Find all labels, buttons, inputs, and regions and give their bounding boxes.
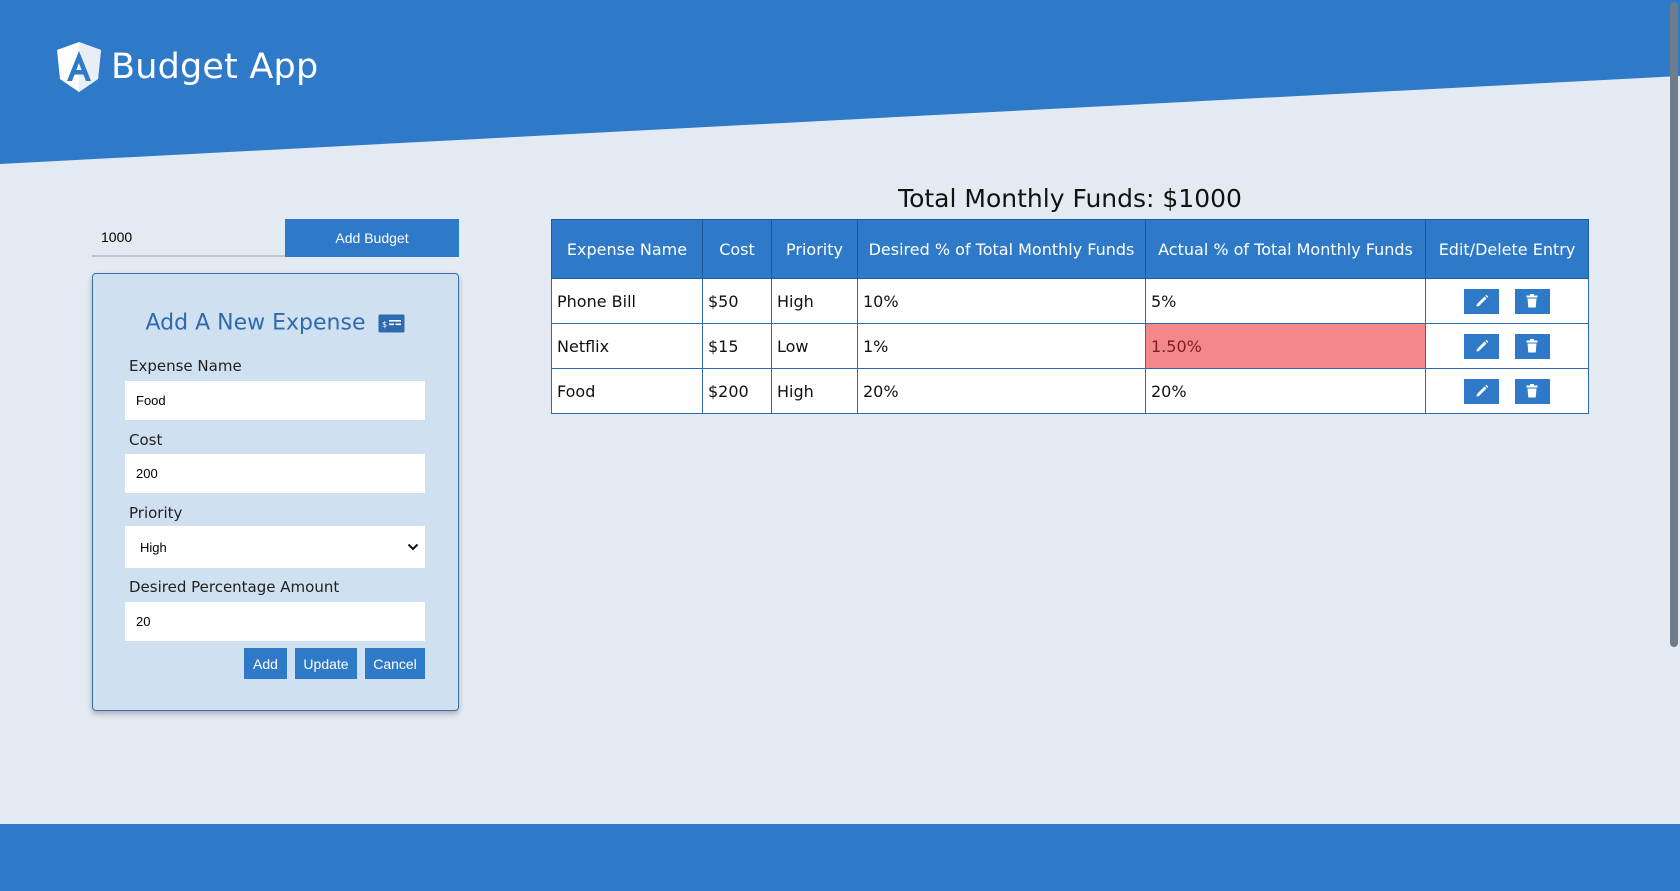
svg-text:$: $: [382, 320, 387, 329]
table-row: Phone Bill $50 High 10% 5%: [551, 278, 1589, 324]
desired-percent-cell: 10%: [857, 278, 1146, 324]
delete-entry-button[interactable]: [1514, 378, 1550, 404]
expense-name-cell: Phone Bill: [551, 278, 703, 324]
chevron-down-icon: [407, 543, 419, 551]
budget-input[interactable]: [92, 219, 285, 257]
actual-percent-cell: 5%: [1145, 278, 1426, 324]
percentage-input[interactable]: [125, 602, 425, 641]
column-header: Edit/Delete Entry: [1425, 219, 1589, 279]
budget-row: Add Budget: [92, 219, 459, 257]
card-title: Add A New Expense $: [93, 310, 458, 336]
actions-cell: [1425, 368, 1589, 414]
delete-entry-button[interactable]: [1514, 288, 1550, 314]
trash-icon: [1526, 294, 1538, 308]
actions-cell: [1425, 323, 1589, 369]
add-budget-button[interactable]: Add Budget: [285, 219, 459, 257]
cost-cell: $50: [702, 278, 772, 324]
pencil-icon: [1476, 384, 1489, 397]
total-funds-title: Total Monthly Funds: $1000: [898, 184, 1242, 213]
actual-percent-cell: 20%: [1145, 368, 1426, 414]
priority-select[interactable]: High: [125, 526, 425, 568]
column-header: Priority: [771, 219, 858, 279]
money-check-icon: $: [378, 314, 405, 332]
angular-logo-icon: [57, 42, 101, 92]
priority-cell: Low: [771, 323, 858, 369]
card-title-text: Add A New Expense: [145, 310, 366, 336]
table-header-row: Expense Name Cost Priority Desired % of …: [551, 219, 1589, 279]
pencil-icon: [1476, 294, 1489, 307]
table-row: Food $200 High 20% 20%: [551, 368, 1589, 414]
column-header: Actual % of Total Monthly Funds: [1145, 219, 1426, 279]
scrollbar-thumb[interactable]: [1670, 2, 1678, 647]
add-expense-button[interactable]: Add: [244, 648, 287, 679]
priority-selected-value: High: [140, 539, 167, 555]
cost-cell: $200: [702, 368, 772, 414]
expense-table: Expense Name Cost Priority Desired % of …: [551, 219, 1589, 414]
add-expense-card: Add A New Expense $ Expense Name Cost Pr…: [92, 273, 459, 711]
pencil-icon: [1476, 339, 1489, 352]
expense-name-cell: Netflix: [551, 323, 703, 369]
app-title: Budget App: [111, 47, 319, 87]
footer-bar: [0, 824, 1680, 891]
priority-label: Priority: [129, 504, 183, 522]
delete-entry-button[interactable]: [1514, 333, 1550, 359]
desired-percent-cell: 1%: [857, 323, 1146, 369]
cost-cell: $15: [702, 323, 772, 369]
edit-entry-button[interactable]: [1464, 333, 1500, 359]
column-header: Desired % of Total Monthly Funds: [857, 219, 1146, 279]
priority-cell: High: [771, 278, 858, 324]
scrollbar[interactable]: [1668, 0, 1680, 891]
trash-icon: [1526, 384, 1538, 398]
column-header: Cost: [702, 219, 772, 279]
column-header: Expense Name: [551, 219, 703, 279]
table-row: Netflix $15 Low 1% 1.50%: [551, 323, 1589, 369]
cancel-button[interactable]: Cancel: [365, 648, 425, 679]
brand: Budget App: [55, 41, 318, 93]
priority-cell: High: [771, 368, 858, 414]
expense-name-label: Expense Name: [129, 357, 242, 375]
percentage-label: Desired Percentage Amount: [129, 578, 340, 596]
edit-entry-button[interactable]: [1464, 288, 1500, 314]
actions-cell: [1425, 278, 1589, 324]
expense-name-cell: Food: [551, 368, 703, 414]
desired-percent-cell: 20%: [857, 368, 1146, 414]
cost-input[interactable]: [125, 454, 425, 493]
expense-name-input[interactable]: [125, 381, 425, 420]
update-expense-button[interactable]: Update: [295, 648, 357, 679]
edit-entry-button[interactable]: [1464, 378, 1500, 404]
trash-icon: [1526, 339, 1538, 353]
cost-label: Cost: [129, 431, 163, 449]
actual-percent-cell-over-budget: 1.50%: [1145, 323, 1426, 369]
